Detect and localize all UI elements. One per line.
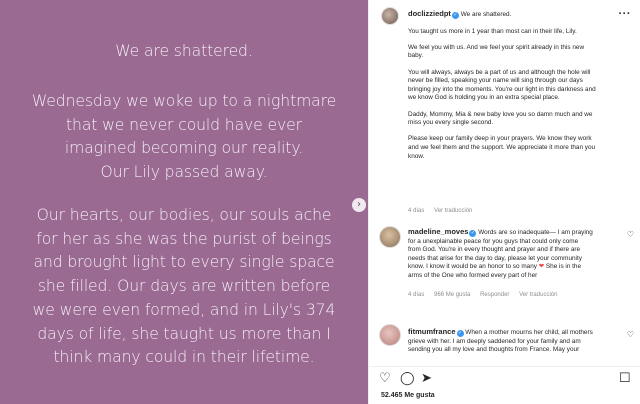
caption-paragraph: We feel you with us. And we feel your sp…	[408, 44, 630, 61]
comment-line: arms of the One who formed every part of…	[408, 271, 538, 279]
comment-username[interactable]: fitmumfrance	[408, 327, 456, 336]
comment-icon[interactable]: ◯	[400, 371, 415, 384]
heart-icon[interactable]: ♡	[627, 230, 634, 239]
caption-age: 4 días	[408, 208, 425, 214]
comment-username[interactable]: madeline_moves	[408, 227, 468, 236]
verified-badge-icon: ✓	[451, 12, 459, 19]
post-image-line: for her as she was the purist of beings	[36, 229, 332, 248]
comment-line: grieve with her. I am deeply saddened fo…	[408, 337, 581, 345]
post-caption: doclizziedpt ✓ We are shattered. You taug…	[408, 9, 630, 169]
post-image-line: we were even formed, and in Lily's 374	[32, 300, 336, 319]
avatar[interactable]	[379, 324, 401, 346]
caption-line: miss you every single second.	[408, 119, 494, 127]
caption-paragraph: Please keep our family deep in your pray…	[408, 135, 630, 161]
caption-paragraph: You will always, always be a part of us …	[408, 69, 630, 103]
post-image-line: Wednesday we woke up to a nightmare	[31, 92, 337, 110]
caption-line: bringing joy into the moments. You're ou…	[408, 85, 596, 93]
caption-translate-link[interactable]: Ver traducción	[434, 208, 472, 214]
red-heart-icon: ❤	[538, 263, 545, 271]
verified-badge-icon: ✓	[469, 230, 477, 237]
comment-item: fitmumfrance ✓ When a mother mourns her c…	[408, 327, 618, 355]
avatar[interactable]	[379, 226, 401, 248]
caption-line: we know God is holding you in an extra s…	[408, 94, 560, 102]
caption-paragraph: You taught us more in 1 year than most c…	[408, 28, 630, 37]
post-image-line: days of life, she taught us more than I	[37, 324, 331, 343]
comment-reply-link[interactable]: Responder	[480, 292, 509, 298]
caption-first-line: We are shattered.	[460, 11, 512, 18]
post-image-paragraph-2: Our hearts, our bodies, our souls ache f…	[0, 204, 368, 370]
bookmark-icon[interactable]: ☐	[619, 371, 631, 384]
likes-count[interactable]: 52.465 Me gusta	[381, 392, 435, 399]
post-image: We are shattered. Wednesday we woke up t…	[0, 0, 368, 404]
comment-translate-link[interactable]: Ver traducción	[519, 292, 557, 298]
post-sidebar: ··· doclizziedpt ✓ We are shattered. You …	[368, 0, 640, 404]
comment-line: She is in the	[545, 263, 582, 271]
heart-icon[interactable]: ♡	[627, 330, 634, 339]
post-image-line: imagined becoming our reality.	[64, 139, 304, 158]
caption-line: We feel you with us. And we feel your sp…	[408, 43, 585, 51]
comment-line: sending you all my love and thoughts fro…	[408, 346, 580, 354]
post-image-line: think many could in their lifetime.	[53, 348, 315, 367]
caption-meta: 4 días Ver traducción	[408, 208, 480, 214]
avatar[interactable]	[381, 7, 399, 25]
post-image-line: that we never could have ever	[66, 115, 302, 134]
caption-line: You taught us more in 1 year than most c…	[408, 27, 577, 35]
caption-username[interactable]: doclizziedpt	[408, 9, 451, 18]
comment-line: from God. You're in every thought and pr…	[408, 246, 581, 254]
chevron-right-icon[interactable]: ›	[352, 198, 366, 212]
caption-line: know.	[408, 152, 425, 160]
comment-item: madeline_moves ✓ Words are so inadequate—…	[408, 227, 618, 281]
caption-line: and we feel them and the support. We app…	[408, 143, 596, 151]
post-image-line: and brought light to every single space	[33, 253, 335, 272]
heart-icon[interactable]: ♡	[379, 371, 391, 384]
caption-line: never be filled, speaking your name will…	[408, 77, 583, 85]
comment-line: for a unexplainable peace for you guys t…	[408, 237, 579, 245]
comment-line: know. I know it would be an honor to so …	[408, 263, 537, 271]
post-image-line: she filled. Our days are written before	[37, 277, 331, 296]
post-image-line: Our Lily passed away.	[100, 163, 268, 182]
verified-badge-icon: ✓	[456, 330, 464, 337]
comment-line: When a mother mourns her child, all moth…	[465, 329, 593, 336]
share-icon[interactable]: ➤	[421, 371, 432, 384]
comment-age: 4 días	[408, 292, 425, 298]
comment-line: needs that arise for the day to day, ple…	[408, 254, 582, 262]
post-image-title: We are shattered.	[115, 42, 253, 60]
caption-line: baby.	[408, 52, 424, 60]
comment-line: Words are so inadequate— I am praying	[478, 229, 593, 236]
caption-line: Daddy, Mommy, Mia & new baby love you so…	[408, 110, 593, 118]
caption-line: You will always, always be a part of us …	[408, 68, 591, 76]
caption-paragraph: Daddy, Mommy, Mia & new baby love you so…	[408, 111, 630, 128]
post-image-line: Our hearts, our bodies, our souls ache	[36, 206, 332, 224]
comment-likes[interactable]: 966 Me gusta	[434, 292, 470, 298]
action-bar: ♡ ◯ ➤ ☐	[369, 366, 640, 388]
caption-line: Please keep our family deep in your pray…	[408, 135, 592, 143]
post-image-paragraph-1: Wednesday we woke up to a nightmare that…	[0, 90, 368, 185]
comment-meta: 4 días 966 Me gusta Responder Ver traduc…	[408, 292, 565, 298]
